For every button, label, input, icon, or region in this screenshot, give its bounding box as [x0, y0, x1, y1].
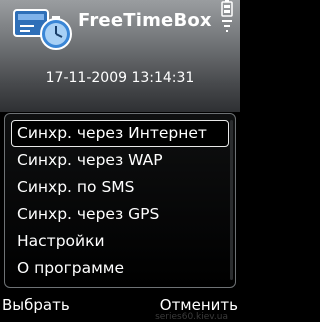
app-header: FreeTimeBox 17-11-2009 13:14:31	[0, 0, 240, 112]
menu-scrollbar[interactable]	[230, 120, 233, 280]
watermark-text: series60.kiev.ua	[155, 312, 228, 322]
menu-item-sync-wap[interactable]: Синхр. через WAP	[11, 147, 229, 174]
battery-icon	[221, 0, 233, 17]
signal-icon	[222, 20, 232, 32]
menu-item-settings[interactable]: Настройки	[11, 228, 229, 255]
select-softkey[interactable]: Выбрать	[2, 296, 70, 314]
status-indicators	[221, 0, 233, 32]
menu-item-sync-sms[interactable]: Синхр. по SMS	[11, 174, 229, 201]
main-menu: Синхр. через Интернет Синхр. через WAP С…	[4, 113, 236, 288]
menu-item-sync-internet[interactable]: Синхр. через Интернет	[11, 120, 229, 147]
app-title: FreeTimeBox	[78, 10, 212, 31]
menu-item-about[interactable]: О программе	[11, 255, 229, 282]
menu-item-sync-gps[interactable]: Синхр. через GPS	[11, 201, 229, 228]
app-calendar-clock-icon	[13, 9, 72, 50]
datetime-display: 17-11-2009 13:14:31	[45, 70, 195, 86]
